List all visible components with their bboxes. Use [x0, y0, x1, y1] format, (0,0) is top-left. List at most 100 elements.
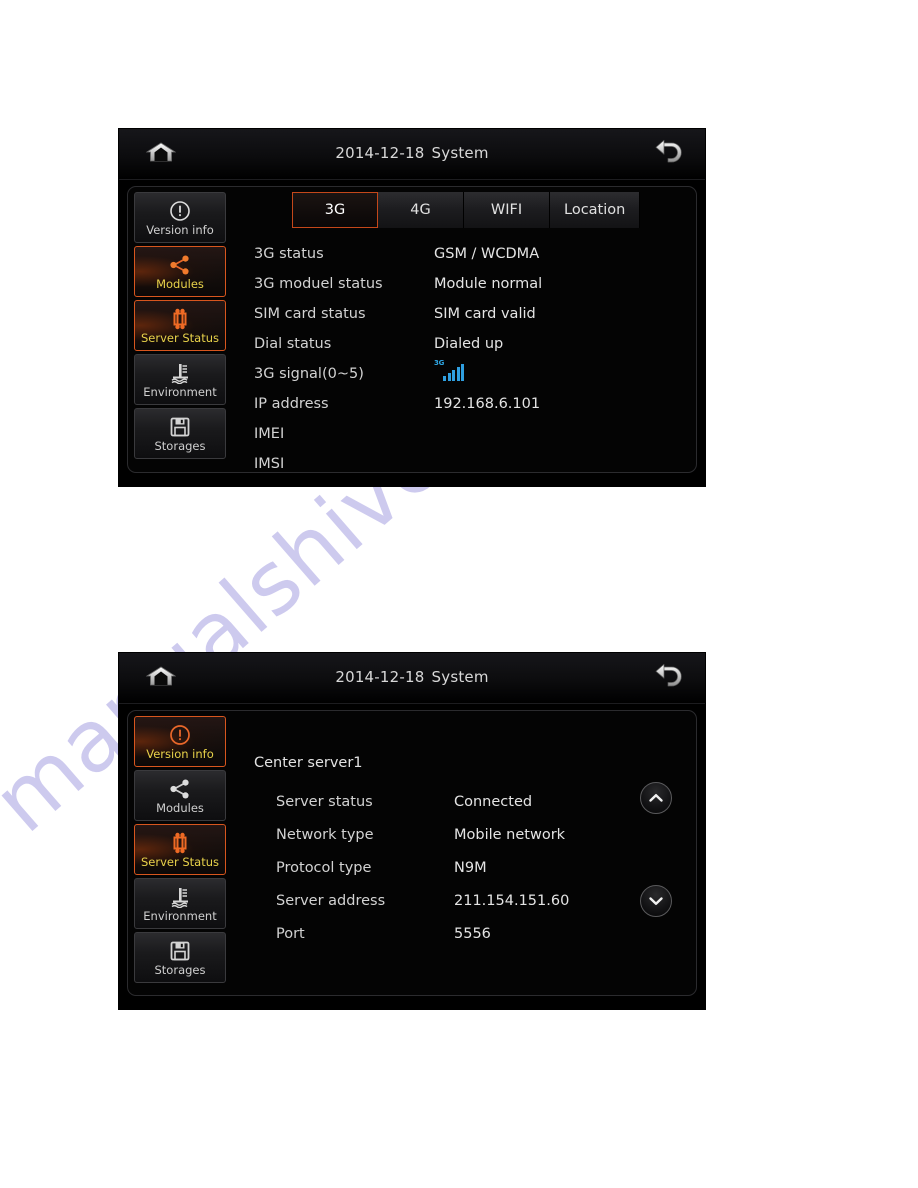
- titlebar-2: 2014-12-18 System: [119, 653, 705, 704]
- floppy-disk-icon: [169, 937, 191, 964]
- floppy-disk-icon: [169, 413, 191, 440]
- device-screenshot-1: 2014-12-18 System Version info Modules S…: [119, 129, 705, 486]
- info-row: Port 5556: [276, 917, 696, 950]
- signal-bars: [443, 364, 464, 381]
- sidebar-item-label: Modules: [156, 277, 204, 291]
- chevron-up-icon: [648, 789, 664, 808]
- titlebar-label: System: [431, 668, 489, 686]
- tab-4g[interactable]: 4G: [378, 192, 464, 228]
- row-value: 3G: [434, 359, 464, 385]
- titlebar-label: System: [431, 144, 489, 162]
- device-screenshot-2: 2014-12-18 System Version info Modules S…: [119, 653, 705, 1009]
- sidebar-item-storages[interactable]: Storages: [134, 932, 226, 983]
- sidebar-item-label: Environment: [143, 909, 217, 923]
- row-key: SIM card status: [254, 306, 366, 322]
- info-row: 3G moduel status Module normal: [254, 269, 696, 299]
- titlebar-date: 2014-12-18: [335, 668, 425, 686]
- network-grid-icon: [168, 829, 192, 856]
- sidebar-item-version-info[interactable]: Version info: [134, 192, 226, 243]
- sidebar-item-storages[interactable]: Storages: [134, 408, 226, 459]
- sidebar-1: Version info Modules Server Status Envir…: [134, 192, 226, 459]
- titlebar-title-1: 2014-12-18 System: [119, 144, 705, 162]
- back-button[interactable]: [647, 662, 691, 694]
- sidebar-item-modules[interactable]: Modules: [134, 770, 226, 821]
- info-row: IMEI: [254, 419, 696, 449]
- sidebar-item-label: Version info: [146, 223, 214, 237]
- sidebar-item-label: Storages: [154, 963, 206, 977]
- info-row: IP address 192.168.6.101: [254, 389, 696, 419]
- sidebar-item-environment[interactable]: Environment: [134, 354, 226, 405]
- info-row: Network type Mobile network: [276, 818, 696, 851]
- info-rows-2: Server status Connected Network type Mob…: [276, 785, 696, 995]
- network-grid-icon: [168, 305, 192, 332]
- tab-wifi[interactable]: WIFI: [464, 192, 550, 228]
- sidebar-2: Version info Modules Server Status Envir…: [134, 716, 226, 983]
- tab-3g[interactable]: 3G: [292, 192, 378, 228]
- titlebar-date: 2014-12-18: [335, 144, 425, 162]
- back-arrow-icon: [654, 663, 684, 693]
- row-value: 192.168.6.101: [434, 396, 541, 412]
- share-nodes-icon: [168, 775, 192, 802]
- row-value: Module normal: [434, 276, 543, 292]
- info-row: Dial status Dialed up: [254, 329, 696, 359]
- row-key: Network type: [276, 826, 374, 843]
- titlebar-title-2: 2014-12-18 System: [119, 668, 705, 686]
- thermometer-icon: [167, 359, 193, 386]
- titlebar-1: 2014-12-18 System: [119, 129, 705, 180]
- row-value: GSM / WCDMA: [434, 246, 540, 262]
- row-key: Server status: [276, 793, 373, 810]
- row-key: 3G moduel status: [254, 276, 383, 292]
- sidebar-item-server-status[interactable]: Server Status: [134, 300, 226, 351]
- sidebar-item-modules[interactable]: Modules: [134, 246, 226, 297]
- row-value: Mobile network: [454, 826, 566, 843]
- sidebar-item-label: Modules: [156, 801, 204, 815]
- tab-location[interactable]: Location: [550, 192, 641, 228]
- back-button[interactable]: [647, 138, 691, 170]
- info-row-signal: 3G signal(0~5) 3G: [254, 359, 696, 389]
- sidebar-item-label: Environment: [143, 385, 217, 399]
- scroll-up-button[interactable]: [640, 782, 672, 814]
- exclamation-circle-icon: [169, 197, 191, 224]
- thermometer-icon: [167, 883, 193, 910]
- sidebar-item-label: Server Status: [140, 331, 219, 345]
- signal-bars-icon: 3G: [434, 359, 464, 381]
- info-row: Server status Connected: [276, 785, 696, 818]
- sidebar-item-label: Server Status: [140, 855, 219, 869]
- info-rows-1: 3G status GSM / WCDMA 3G moduel status M…: [254, 239, 696, 472]
- screen-body-1: Version info Modules Server Status Envir…: [127, 186, 697, 473]
- screen-body-2: Version info Modules Server Status Envir…: [127, 710, 697, 996]
- signal-network-label: 3G: [434, 359, 445, 367]
- tabbar: 3G 4G WIFI Location: [292, 192, 641, 228]
- sidebar-item-label: Storages: [154, 439, 206, 453]
- info-row: Protocol type N9M: [276, 851, 696, 884]
- exclamation-circle-icon: [169, 721, 191, 748]
- row-value: Connected: [454, 793, 533, 810]
- row-key: Port: [276, 925, 305, 942]
- row-value: N9M: [454, 859, 487, 876]
- row-key: Dial status: [254, 336, 332, 352]
- sidebar-item-environment[interactable]: Environment: [134, 878, 226, 929]
- scroll-down-button[interactable]: [640, 885, 672, 917]
- row-key: 3G status: [254, 246, 324, 262]
- info-row: IMSI: [254, 449, 696, 472]
- row-value: 211.154.151.60: [454, 892, 570, 909]
- row-key: IMSI: [254, 456, 285, 472]
- row-key: IMEI: [254, 426, 285, 442]
- row-value: SIM card valid: [434, 306, 536, 322]
- back-arrow-icon: [654, 139, 684, 169]
- sidebar-item-server-status[interactable]: Server Status: [134, 824, 226, 875]
- info-row: SIM card status SIM card valid: [254, 299, 696, 329]
- sidebar-item-version-info[interactable]: Version info: [134, 716, 226, 767]
- sidebar-item-label: Version info: [146, 747, 214, 761]
- row-value: 5556: [454, 925, 491, 942]
- row-key: 3G signal(0~5): [254, 366, 364, 382]
- row-key: IP address: [254, 396, 329, 412]
- share-nodes-icon: [168, 251, 192, 278]
- info-row: 3G status GSM / WCDMA: [254, 239, 696, 269]
- row-key: Protocol type: [276, 859, 372, 876]
- row-key: Server address: [276, 892, 386, 909]
- info-row: Server address 211.154.151.60: [276, 884, 696, 917]
- row-value: Dialed up: [434, 336, 504, 352]
- server-group-title: Center server1: [254, 755, 363, 771]
- chevron-down-icon: [648, 892, 664, 911]
